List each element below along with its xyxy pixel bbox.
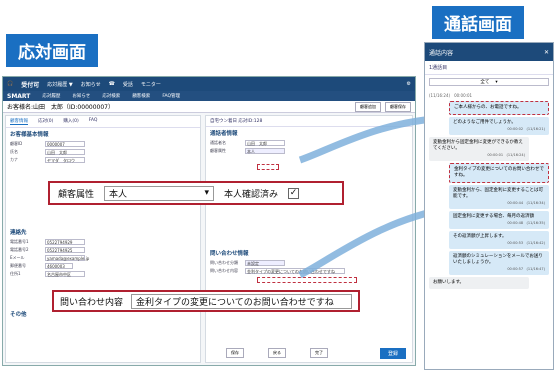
nav-item-faq[interactable]: FAQ管理 [162,93,180,99]
field-label: 住所1 [10,271,21,276]
reception-screen-label: 応対画面 [6,34,98,67]
add-customer-button[interactable]: 顧客追加 [355,101,381,112]
chat-title: 通話内容 [429,49,454,57]
tab-reception[interactable]: 応対(0) [38,118,53,125]
attr-select[interactable]: 本人 ▾ [104,185,215,201]
chat-message: その返済額が上昇します。 00:00:53 (11/16:42) [449,231,549,249]
highlight-inquiry [257,277,357,283]
highlight-caller-attr [257,164,279,170]
nav-item-search[interactable]: 応対検索 [102,93,120,99]
reception-window: 🎧 受付可 応対履歴 ▼ お知らせ ☎ 受話 モニター ⚙ SMART 応対履歴… [2,76,416,366]
reception-panel: 自宅ウン着日 応対ID:128 通話者情報 通話者名 山田 太郎 顧客属性 本人 問… [205,115,413,363]
history-menu[interactable]: 応対履歴 ▼ [47,81,72,88]
field-label: 問い合わせ分類 [210,260,238,265]
email-field[interactable]: yamada@example.jp [45,255,89,261]
tab-call-1[interactable]: 1通話目 [425,61,553,75]
field-label: 通話者名 [210,140,226,145]
customer-tabs: 顧客情報 応対(0) 購入(0) FAQ [6,116,200,128]
identity-checkbox[interactable]: ✓ [288,187,300,199]
brand-logo: SMART [7,92,31,100]
customer-attribute-callout: 顧客属性 本人 ▾ 本人確認済み ✓ [48,181,344,205]
chat-body: (11/16:24) 00:00:01 ご本人様からの、お電話ですね。 どのよう… [425,89,553,293]
callout-inquiry-label: 問い合わせ内容 [60,297,124,308]
notice-menu[interactable]: お知らせ [81,81,101,88]
inquiry-value[interactable]: 金利タイプの変更についてのお問い合わせですね [131,293,352,309]
contact-heading: 連絡先 [10,230,27,236]
field-label: Eメール [10,255,25,260]
chevron-down-icon: ▾ [495,79,498,85]
phone-label: 受話 [122,81,133,88]
save-customer-button[interactable]: 顧客保存 [385,101,411,112]
basic-info-heading: お客様基本情報 [10,132,49,138]
tab-customer[interactable]: 顧客情報 [10,118,28,125]
field-label: 顧客ID [10,141,23,146]
field-label: 氏名 [10,149,18,154]
chat-message: 金利タイプの変更についてのお問い合わせですね。 [449,163,549,183]
inquiry-callout: 問い合わせ内容 金利タイプの変更についてのお問い合わせですね [52,290,360,312]
monitor-label[interactable]: モニター [141,81,161,88]
chat-message: お願いします。 [429,277,529,289]
name-field[interactable]: 山田 太郎 [45,149,85,155]
complete-button[interactable]: 完了 [310,348,328,358]
inquiry-heading: 問い合わせ情報 [210,251,249,257]
nav-item-history[interactable]: 応対履歴 [42,93,60,99]
chevron-down-icon: ▾ [204,188,210,198]
field-label: 郵便番号 [10,263,26,268]
phone-icon[interactable]: ☎ [109,81,115,87]
chat-message: どのようなご用件でしょうか。 00:00:02 (11/16:21) [449,117,549,135]
gear-icon[interactable]: ⚙ [407,81,411,87]
inquiry-category-select[interactable]: 未設定 [245,260,285,266]
postal-field[interactable]: 4600003 [45,263,73,269]
tab-purchase[interactable]: 購入(0) [63,118,78,125]
caller-attr-select[interactable]: 本人 [245,148,285,154]
save-button[interactable]: 保存 [226,348,244,358]
field-label: 電話番号1 [10,239,29,244]
message-time: (11/16:24) 00:00:01 [429,93,473,98]
field-label: 顧客属性 [210,148,226,153]
nav-bar: SMART 応対履歴 お知らせ 応対検索 顧客検索 FAQ管理 [3,91,415,101]
call-transcript-window: 通話内容 ✕ 1通話目 全て ▾ (11/16:24) 00:00:01 ご本人様… [424,42,554,370]
top-bar: 🎧 受付可 応対履歴 ▼ お知らせ ☎ 受話 モニター ⚙ [3,77,415,91]
headset-icon: 🎧 [7,81,14,87]
customer-bar: お客様名:山田 太郎（ID:00000007） 顧客追加 顧客保存 [3,101,415,113]
customer-title: お客様名:山田 太郎（ID:00000007） [7,104,114,111]
reception-title: 自宅ウン着日 応対ID:128 [206,116,412,127]
callout-attr-label: 顧客属性 [58,189,95,200]
phone1-field[interactable]: 0522794929 [45,239,85,245]
inquiry-content-field[interactable]: 金利タイプの変更についてのお問い合わせですね [245,268,345,274]
back-button[interactable]: 戻る [268,348,286,358]
chat-title-bar: 通話内容 ✕ [425,43,553,61]
filter-select[interactable]: 全て ▾ [429,78,549,86]
chat-message: 固定金利に変更する場合、毎月の返済額 00:00:48 (11/16:35) [449,211,549,229]
nav-item-customer[interactable]: 顧客検索 [132,93,150,99]
phone2-field[interactable]: 0522794925 [45,247,85,253]
field-label: 問い合わせ内容 [210,268,238,273]
register-button[interactable]: 登録 [379,348,406,359]
customer-id-field[interactable]: 0000007 [45,141,85,147]
chat-message: 変動金利から固定金利に変更ができるか教えてください。 00:00:01 (11/1… [429,137,529,161]
field-label: 電話番号2 [10,247,29,252]
kana-field[interactable]: ヤマダ タロウ [45,157,85,163]
caller-heading: 通話者情報 [210,131,238,137]
chat-message: 変動金利から、固定金利に変更することは可能です。 00:00:44 (11/16:… [449,185,549,209]
chat-message: 返済額のシミュレーションをメールでお送りいたしましょうか。 00:00:57 (1… [449,251,549,275]
field-label: カナ [10,157,18,162]
status-label[interactable]: 受付可 [21,80,39,89]
caller-name-field[interactable]: 山田 太郎 [245,140,285,146]
tab-faq[interactable]: FAQ [89,118,98,125]
close-icon[interactable]: ✕ [544,49,549,56]
customer-panel: 顧客情報 応対(0) 購入(0) FAQ お客様基本情報 顧客ID 0000007… [5,115,201,363]
call-screen-label: 通話画面 [432,6,524,39]
chat-message: ご本人様からの、お電話ですね。 [449,101,549,115]
identity-check-label: 本人確認済み [224,189,279,200]
nav-item-notice[interactable]: お知らせ [72,93,90,99]
address-field[interactable]: 名古屋市中区 [45,271,85,277]
